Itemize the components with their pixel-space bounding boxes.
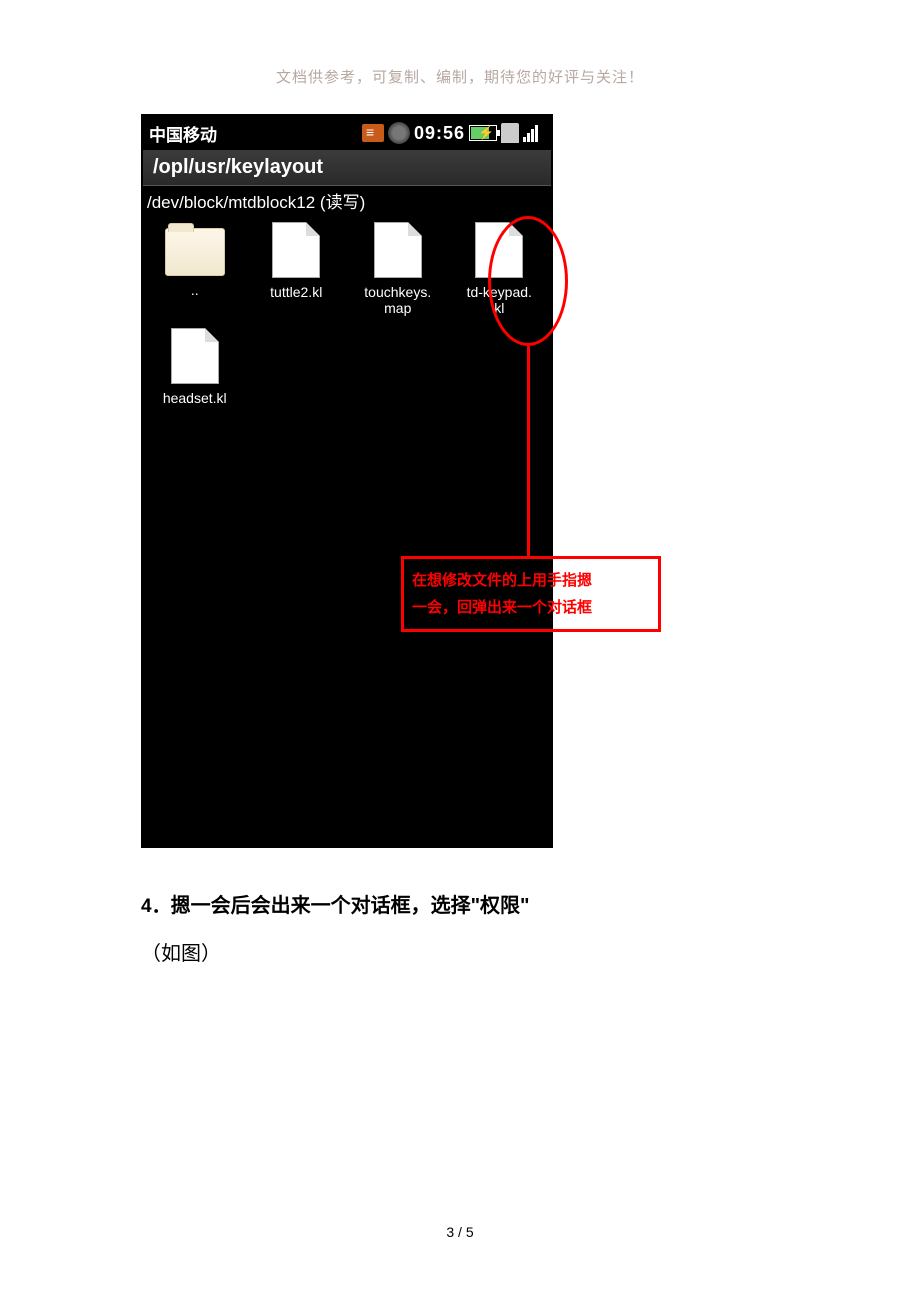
step-text: 摁一会后会出来一个对话框，选择"权限" [171,895,530,917]
step-number: 4． [141,896,171,917]
file-headset[interactable]: headset.kl [145,328,245,428]
file-td-keypad[interactable]: td-keypad. kl [450,222,550,322]
clock: 09:56 [414,123,465,144]
path-bar[interactable]: /opl/usr/keylayout [143,150,551,186]
file-label: touchkeys. map [364,284,431,316]
folder-up[interactable]: .. [145,222,245,322]
sd-card-icon [501,123,519,143]
annotation-text-2: 一会，回弹出来一个对话框 [412,594,650,621]
phone-screenshot: 中国移动 09:56 ⚡ /opl/usr/keylayout /dev/blo… [141,114,553,848]
page-number: 3 / 5 [0,1224,920,1240]
carrier-label: 中国移动 [149,121,217,146]
file-icon [475,222,523,278]
battery-icon: ⚡ [469,125,497,141]
file-touchkeys-map[interactable]: touchkeys. map [348,222,448,322]
sim-icon [362,124,384,142]
file-label: headset.kl [163,390,227,406]
file-icon [374,222,422,278]
annotation-connector [527,346,530,556]
file-label: tuttle2.kl [270,284,322,300]
annotation-callout: 在想修改文件的上用手指摁 一会，回弹出来一个对话框 [401,556,661,632]
file-icon [171,328,219,384]
annotation-text-1: 在想修改文件的上用手指摁 [412,567,650,594]
file-grid: .. tuttle2.kl touchkeys. map td-keypad. … [143,214,551,436]
folder-icon [165,228,225,276]
step-paragraph: 4．摁一会后会出来一个对话框，选择"权限" （如图） [141,882,779,978]
step-subtext: （如图） [141,930,779,978]
file-label: td-keypad. kl [467,284,532,316]
sync-icon [388,122,410,144]
doc-header-note: 文档供参考，可复制、编制，期待您的好评与关注！ [0,66,920,87]
file-label: .. [191,282,199,298]
file-tuttle2[interactable]: tuttle2.kl [247,222,347,322]
status-bar: 中国移动 09:56 ⚡ [143,116,551,150]
signal-icon [523,124,545,142]
file-icon [272,222,320,278]
mount-info: /dev/block/mtdblock12 (读写) [143,186,551,214]
